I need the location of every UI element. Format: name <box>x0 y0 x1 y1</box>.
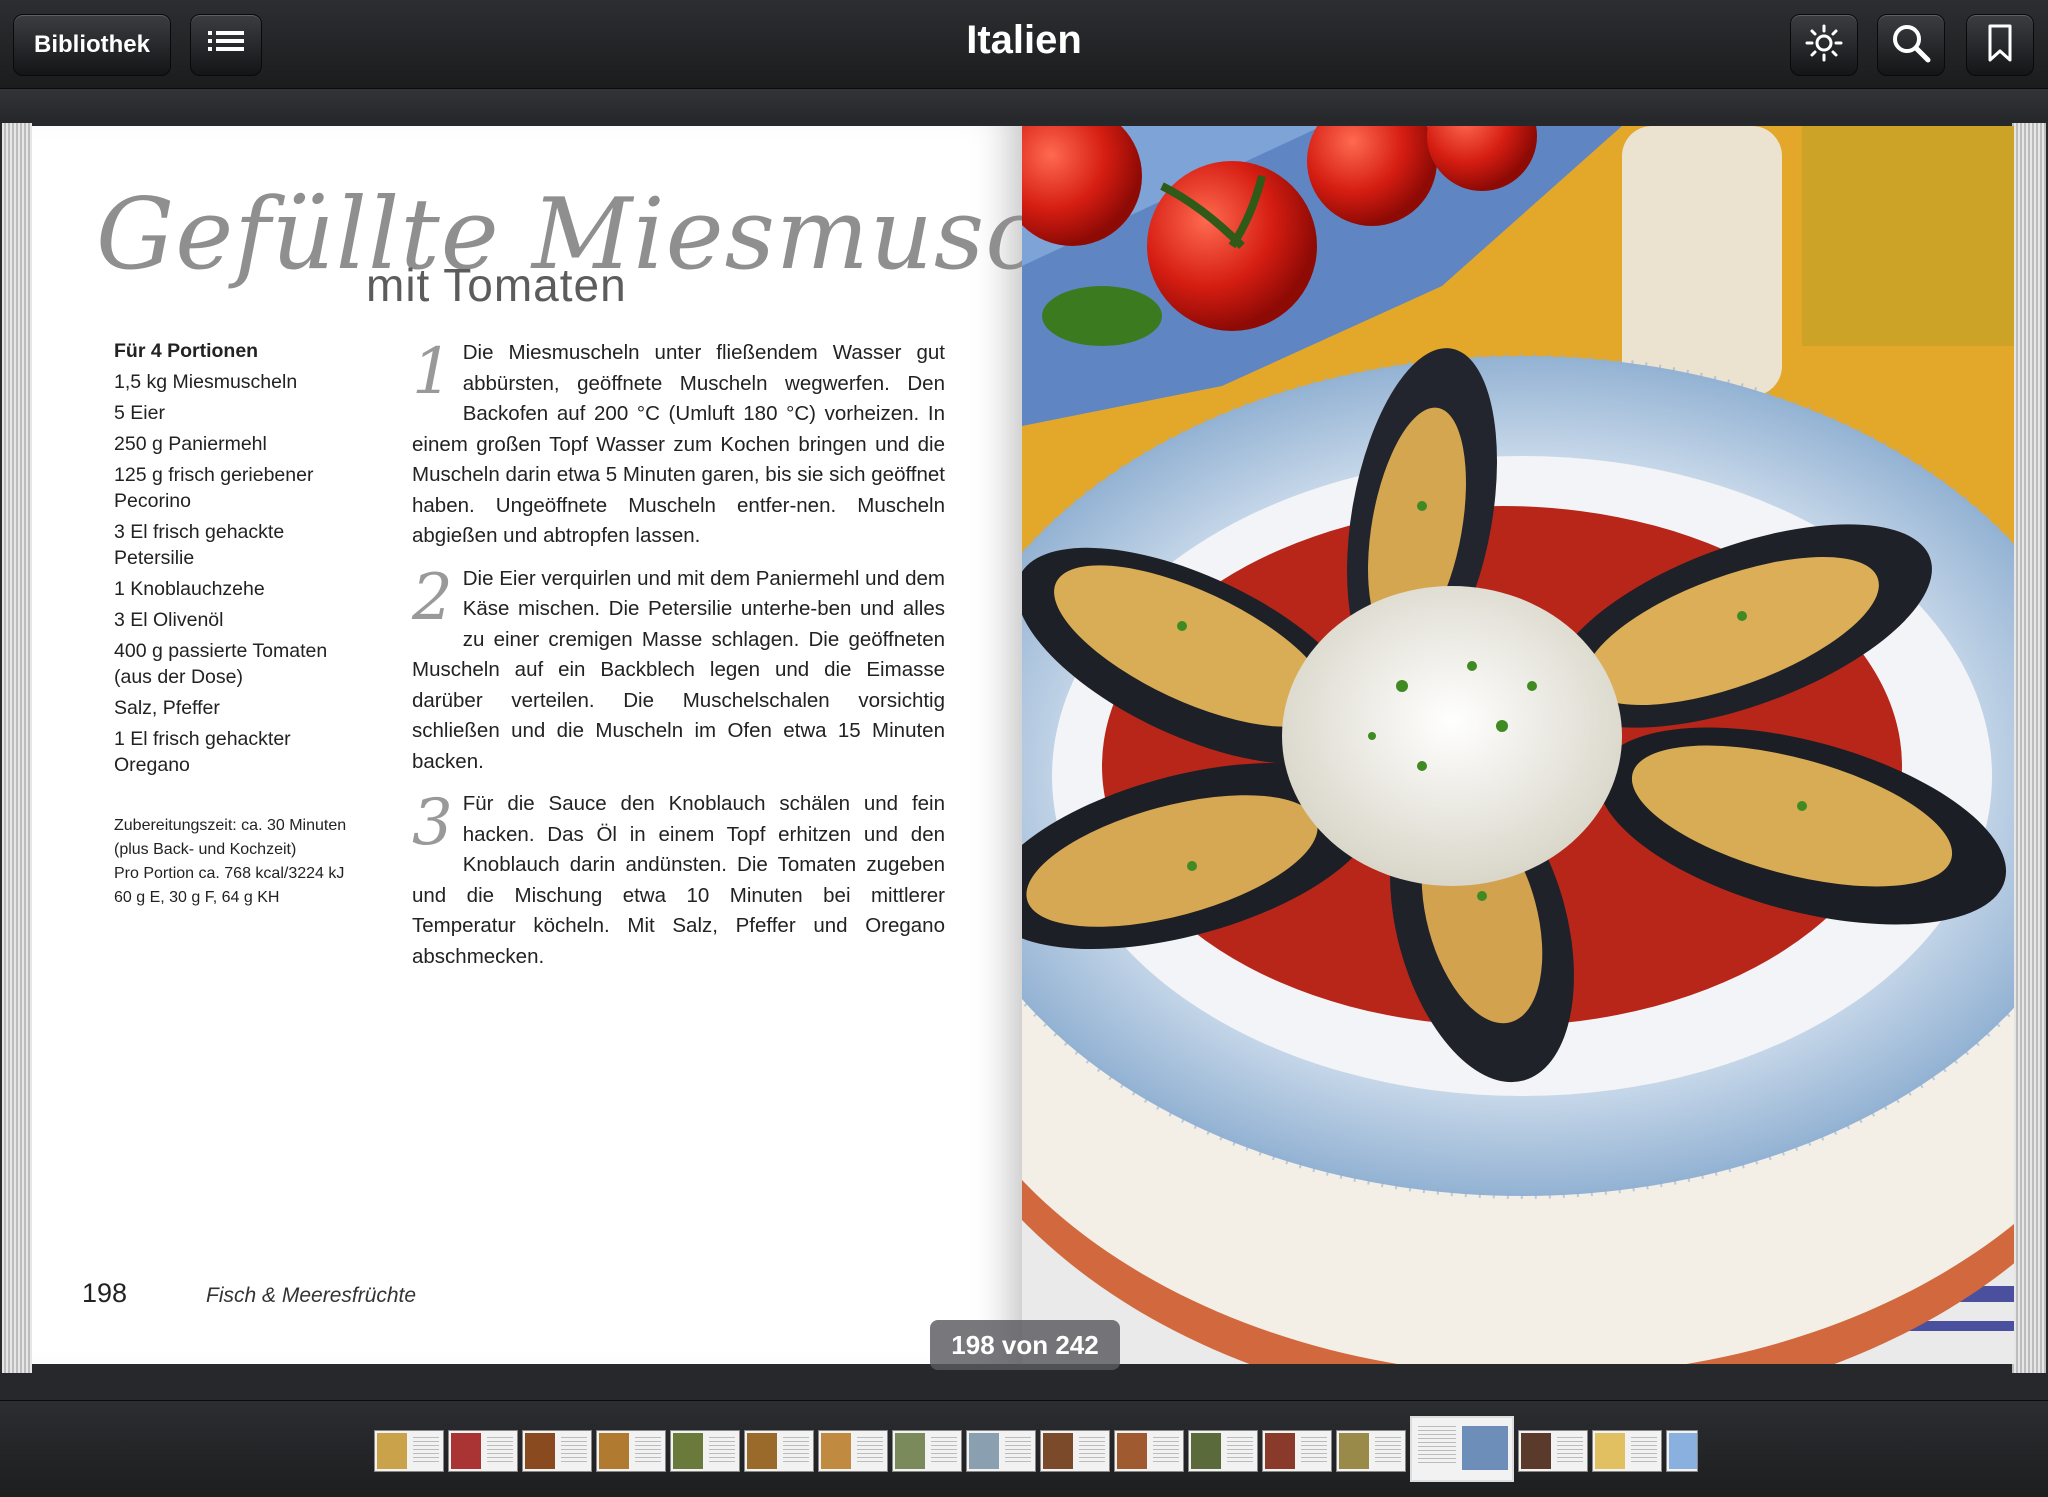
page-thumbnail[interactable] <box>448 1430 518 1472</box>
instruction-step: 2 Die Eier verquirlen und mit dem Panier… <box>412 564 945 778</box>
right-page-photo[interactable] <box>1022 126 2014 1364</box>
ingredient-item: 250 g Paniermehl <box>114 433 267 455</box>
page-thumbnail[interactable] <box>1188 1430 1258 1472</box>
step-text: Für die Sauce den Knoblauch schälen und … <box>412 792 945 968</box>
step-number: 1 <box>412 335 453 409</box>
recipe-subtitle: mit Tomaten <box>366 259 627 311</box>
ingredient-item: 400 g passierte Tomaten (aus der Dose) <box>114 640 328 688</box>
ingredient-item: 3 El frisch gehackte Petersilie <box>114 521 285 569</box>
search-icon <box>1890 22 1932 69</box>
current-page-thumbnail[interactable] <box>1410 1416 1514 1482</box>
page-thumbnail[interactable] <box>522 1430 592 1472</box>
ingredient-item: 1,5 kg Miesmuscheln <box>114 371 298 393</box>
page-thumbnail[interactable] <box>1336 1430 1406 1472</box>
ingredient-item: Salz, Pfeffer <box>114 697 220 719</box>
book-title: Italien <box>966 18 1082 62</box>
page-thumbnail[interactable] <box>596 1430 666 1472</box>
page-thumbnail[interactable] <box>374 1430 444 1472</box>
mussels-dish-photo <box>1022 126 2014 1364</box>
bookmark-button[interactable] <box>1966 14 2034 76</box>
ingredient-item: 1 El frisch gehackter Oregano <box>114 728 291 776</box>
page-thumbnail[interactable] <box>1592 1430 1662 1472</box>
page-thumbnail[interactable] <box>1666 1430 1698 1472</box>
note-line: Pro Portion ca. 768 kcal/3224 kJ <box>114 865 345 882</box>
note-line: Zubereitungszeit: ca. 30 Minuten <box>114 817 347 834</box>
search-button[interactable] <box>1877 14 1945 76</box>
ingredient-list: Für 4 Portionen 1,5 kg Miesmuscheln 5 Ei… <box>114 338 359 783</box>
book-page-edges-right <box>2012 123 2046 1373</box>
note-line: (plus Back- und Kochzeit) <box>114 841 297 858</box>
top-toolbar: Bibliothek Italien <box>0 0 2048 89</box>
note-line: 60 g E, 30 g F, 64 g KH <box>114 889 280 906</box>
section-name: Fisch & Meeresfrüchte <box>206 1284 417 1307</box>
instruction-step: 1 Die Miesmuscheln unter fließendem Wass… <box>412 338 945 552</box>
page-thumbnail[interactable] <box>1114 1430 1184 1472</box>
left-page[interactable]: Gefüllte Miesmuscheln mit Tomaten Für 4 … <box>32 126 1260 1364</box>
page-thumbnail[interactable] <box>818 1430 888 1472</box>
toolbar-shadow-band <box>0 89 2048 121</box>
portions-heading: Für 4 Portionen <box>114 340 259 362</box>
step-text: Die Eier verquirlen und mit dem Panierme… <box>412 566 945 773</box>
ingredient-item: 125 g frisch geriebener Pecorino <box>114 464 314 512</box>
page-thumbnail[interactable] <box>1040 1430 1110 1472</box>
ingredient-item: 1 Knoblauchzehe <box>114 578 265 600</box>
page-thumbnail[interactable] <box>1262 1430 1332 1472</box>
page-thumbnail[interactable] <box>670 1430 740 1472</box>
book-page-edges-left <box>2 123 32 1373</box>
page-indicator: 198 von 242 <box>930 1320 1120 1370</box>
instruction-steps: 1 Die Miesmuscheln unter fließendem Wass… <box>412 338 945 984</box>
instruction-step: 3 Für die Sauce den Knoblauch schälen un… <box>412 789 945 972</box>
bookmark-icon <box>1987 24 2013 67</box>
ingredient-item: 3 El Olivenöl <box>114 609 224 631</box>
brightness-button[interactable] <box>1790 14 1858 76</box>
page-number: 198 <box>82 1278 128 1308</box>
ingredient-item: 5 Eier <box>114 402 165 424</box>
page-thumbnail[interactable] <box>966 1430 1036 1472</box>
page-thumbnail[interactable] <box>744 1430 814 1472</box>
nutrition-notes: Zubereitungszeit: ca. 30 Minuten (plus B… <box>114 814 384 910</box>
step-number: 3 <box>412 786 453 860</box>
page-thumbnail[interactable] <box>1518 1430 1588 1472</box>
brightness-icon <box>1804 23 1844 68</box>
page-thumbnail-strip[interactable] <box>374 1416 1702 1482</box>
page-thumbnail[interactable] <box>892 1430 962 1472</box>
step-number: 2 <box>412 560 453 635</box>
step-text: Die Miesmuscheln unter fließendem Wasser… <box>412 341 945 547</box>
